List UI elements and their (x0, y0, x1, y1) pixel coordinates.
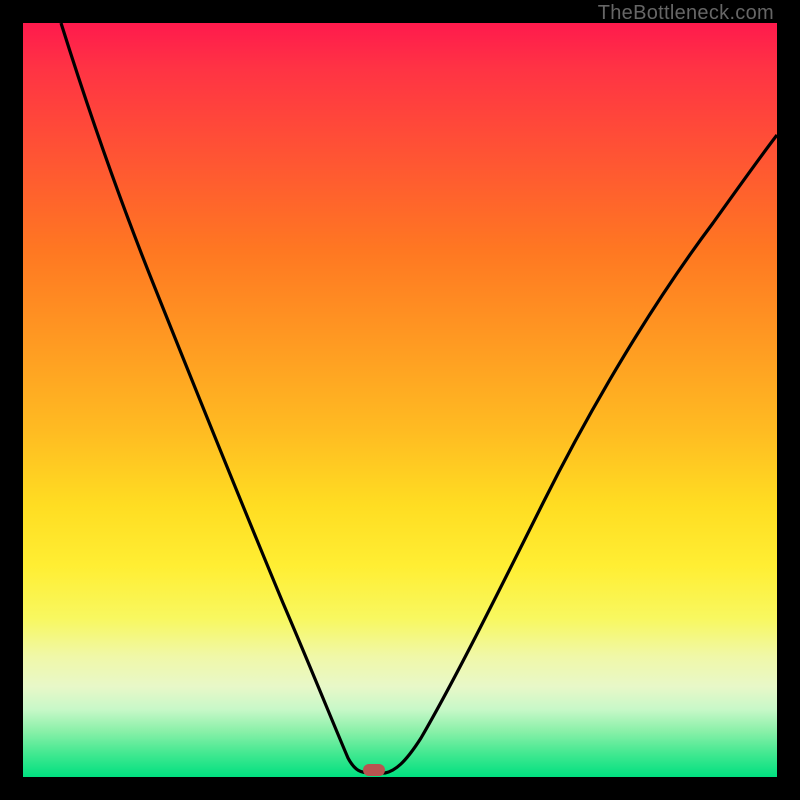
optimal-marker (363, 764, 385, 776)
curve-layer (23, 23, 777, 777)
watermark-text: TheBottleneck.com (598, 2, 774, 25)
chart-frame: TheBottleneck.com (0, 0, 800, 800)
bottleneck-curve (61, 23, 777, 773)
